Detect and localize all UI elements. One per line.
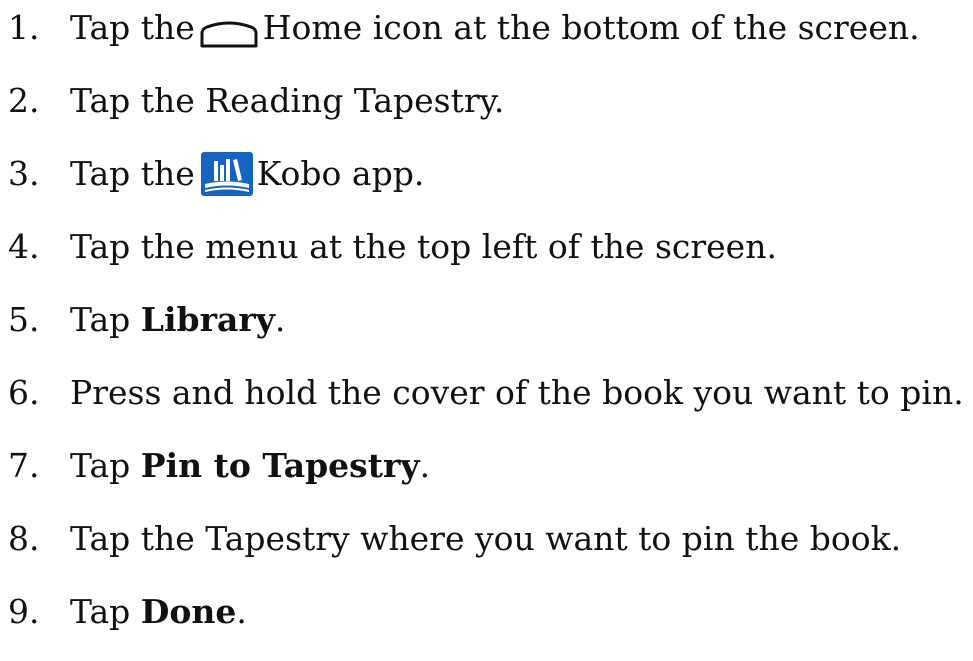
step-text: Tap the menu at the top left of the scre… bbox=[70, 227, 777, 266]
step-2: 2. Tap the Reading Tapestry. bbox=[0, 77, 973, 125]
step-text-post: Home icon at the bottom of the screen. bbox=[262, 8, 920, 47]
instruction-list: 1. Tap the Home icon at the bottom of th… bbox=[0, 0, 973, 661]
step-number: 1. bbox=[8, 8, 40, 47]
step-number: 6. bbox=[8, 373, 40, 412]
step-4: 4. Tap the menu at the top left of the s… bbox=[0, 223, 973, 271]
step-number: 2. bbox=[8, 81, 40, 120]
step-3: 3. Tap the Kobo app. bbox=[0, 150, 973, 198]
step-number: 4. bbox=[8, 227, 40, 266]
step-text-post: Kobo app. bbox=[256, 154, 425, 193]
step-text-bold: Library bbox=[140, 300, 275, 339]
step-5: 5. Tap Library . bbox=[0, 296, 973, 344]
step-text-pre: Tap bbox=[70, 446, 141, 485]
step-number: 7. bbox=[8, 446, 40, 485]
step-number: 8. bbox=[8, 519, 40, 558]
step-9: 9. Tap Done . bbox=[0, 588, 973, 636]
kobo-app-icon bbox=[200, 152, 253, 196]
step-text: Tap the Reading Tapestry. bbox=[70, 81, 505, 120]
step-text-pre: Tap the bbox=[70, 154, 195, 193]
step-text: Tap the Tapestry where you want to pin t… bbox=[70, 519, 902, 558]
step-number: 3. bbox=[8, 154, 40, 193]
step-text-pre: Tap the bbox=[70, 8, 195, 47]
step-text-pre: Tap bbox=[70, 300, 141, 339]
step-text: Press and hold the cover of the book you… bbox=[70, 373, 964, 412]
step-text-post: . bbox=[274, 300, 286, 339]
step-1: 1. Tap the Home icon at the bottom of th… bbox=[0, 4, 973, 52]
step-text-post: . bbox=[236, 592, 247, 631]
step-7: 7. Tap Pin to Tapestry . bbox=[0, 442, 973, 490]
step-number: 9. bbox=[8, 592, 40, 631]
step-number: 5. bbox=[8, 300, 40, 339]
step-text-bold: Pin to Tapestry bbox=[140, 446, 420, 485]
step-text-pre: Tap bbox=[70, 592, 141, 631]
home-outline-icon bbox=[199, 14, 259, 48]
step-8: 8. Tap the Tapestry where you want to pi… bbox=[0, 515, 973, 563]
step-text-bold: Done bbox=[140, 592, 237, 631]
step-6: 6. Press and hold the cover of the book … bbox=[0, 369, 973, 417]
step-text-post: . bbox=[419, 446, 431, 485]
